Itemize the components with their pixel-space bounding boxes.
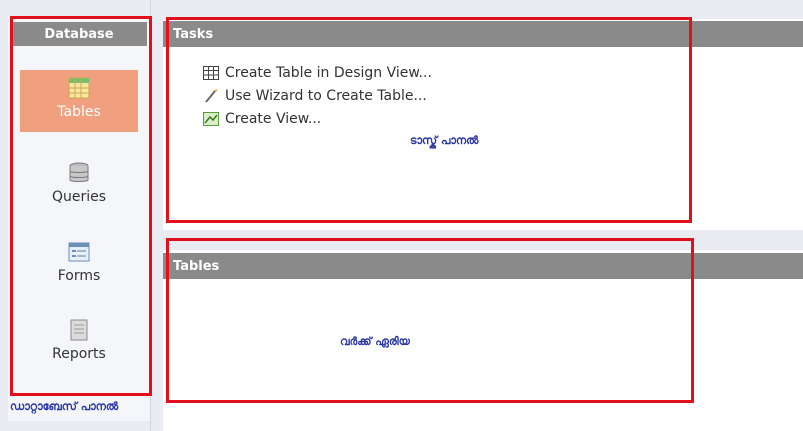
tables-panel-title: Tables [163, 253, 803, 279]
database-panel-title: Database [11, 22, 147, 46]
sidebar-item-label: Forms [57, 268, 101, 284]
sidebar-item-label: Reports [52, 346, 106, 362]
tasks-panel-caption: ടാസ്ക് പാനൽ [410, 134, 479, 147]
wand-icon [205, 89, 218, 103]
sidebar-item-label: Queries [51, 189, 107, 205]
database-panel-caption: ഡാറ്റാബേസ് പാനൽ [10, 400, 119, 413]
form-icon [68, 242, 90, 262]
report-icon [70, 319, 88, 341]
sidebar-item-reports[interactable]: Reports [20, 312, 138, 378]
sidebar-item-label: Tables [57, 104, 101, 120]
tasks-panel-title: Tasks [163, 21, 803, 47]
create-view-link[interactable]: Create View... [203, 111, 321, 127]
task-label: Use Wizard to Create Table... [225, 88, 427, 104]
create-table-design-view-link[interactable]: Create Table in Design View... [203, 65, 432, 81]
sidebar-item-queries[interactable]: Queries [20, 155, 138, 217]
use-wizard-create-table-link[interactable]: Use Wizard to Create Table... [203, 88, 427, 104]
work-area-caption: വർക്ക് ഏരിയ [340, 335, 410, 348]
sidebar-item-forms[interactable]: Forms [20, 234, 138, 296]
task-label: Create View... [225, 111, 322, 127]
database-icon [69, 162, 89, 182]
task-label: Create Table in Design View... [225, 65, 432, 81]
panel-divider [150, 0, 151, 431]
view-icon [203, 112, 219, 126]
sidebar-item-tables[interactable]: Tables [20, 70, 138, 132]
grid-icon [203, 66, 219, 80]
table-icon [68, 77, 90, 99]
